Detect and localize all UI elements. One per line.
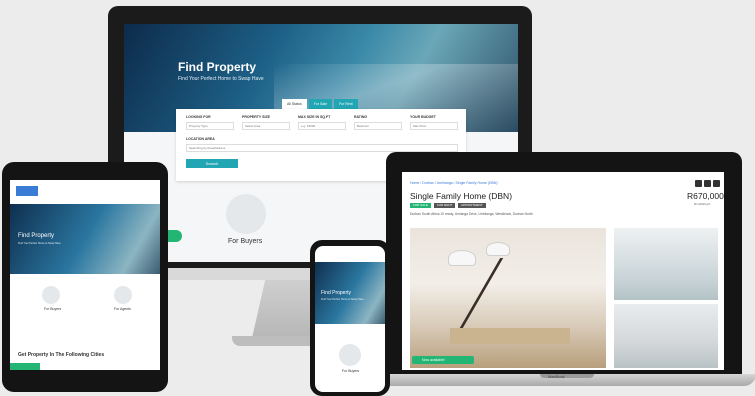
search-tabs: All Status For Sale For Rent [282, 99, 358, 109]
card-caption: For Agents [114, 307, 131, 311]
area-select[interactable]: Select Area [242, 122, 290, 130]
laptop-screen: Home / Durban / Umhlanga / Single Family… [402, 172, 724, 370]
bedroom-select[interactable]: Bedroom [354, 122, 402, 130]
heart-icon[interactable] [704, 180, 711, 187]
property-photo-thumbnail[interactable] [614, 228, 718, 300]
tablet-screen: Find Property Find Your Perfect Home to … [10, 180, 160, 370]
availability-button[interactable]: Now available! [412, 356, 474, 364]
property-address: Durban South Africa 10 ready, Umlanga Dr… [410, 212, 533, 216]
buyers-label: For Buyers [228, 238, 263, 245]
cities-heading: Get Property In The Following Cities [18, 352, 105, 358]
search-button[interactable]: Search [186, 159, 238, 168]
logo [16, 186, 38, 196]
print-icon[interactable] [713, 180, 720, 187]
field-label: YOUR BUDGET [410, 115, 436, 119]
property-type-select[interactable]: Property Type [186, 122, 234, 130]
dining-table [450, 328, 570, 344]
location-input[interactable]: Searching by Area/Address [186, 144, 458, 152]
buyer-illustration [42, 286, 60, 304]
property-photo-thumbnail[interactable] [614, 304, 718, 368]
status-badge: FOR RENT [434, 203, 456, 208]
field-label: LOOKING FOR [186, 115, 211, 119]
property-title: Single Family Home (DBN) [410, 191, 513, 201]
hero-subtitle: Find Your Perfect Home to Swap Have [178, 76, 264, 82]
share-icon[interactable] [695, 180, 702, 187]
staircase [459, 258, 594, 328]
card-caption: For Buyers [342, 369, 360, 373]
hero-title: Find Property [178, 60, 257, 74]
hero-title: Find Property [321, 290, 352, 296]
laptop-brand: MacBook [548, 374, 565, 379]
buyer-illustration [339, 344, 361, 366]
hero-subtitle: Find Your Perfect Home to Swap Have [18, 242, 61, 245]
hero-subtitle: Find Your Perfect Home to Swap Have [321, 298, 364, 301]
status-badge: FOR SALE [410, 203, 431, 208]
pendant-lamp [486, 242, 510, 256]
field-label: LOCATION AREA [186, 137, 215, 141]
tab-for-sale[interactable]: For Sale [308, 99, 333, 109]
field-label: PROPERTY SIZE [242, 115, 270, 119]
tab-for-rent[interactable]: For Rent [334, 99, 358, 109]
phone-screen: Find Property Find Your Perfect Home to … [315, 246, 385, 392]
agent-illustration [114, 286, 132, 304]
status-badge: APPOINTMENT [458, 203, 486, 208]
field-label: MAX SIZE IN SQ.FT [298, 115, 331, 119]
size-input[interactable]: e.g. 15000 [298, 122, 346, 130]
max-price-select[interactable]: Max Price [410, 122, 458, 130]
buyer-illustration [226, 194, 266, 234]
property-price: R670,000 [687, 191, 724, 201]
tab-all-status[interactable]: All Status [282, 99, 307, 109]
price-per-sqft: R1,000/sq.ft [694, 202, 711, 206]
pendant-lamp [448, 250, 476, 266]
hero-banner [10, 204, 160, 274]
card-caption: For Buyers [44, 307, 62, 311]
hero-title: Find Property [18, 233, 55, 239]
chat-button[interactable] [10, 363, 40, 370]
breadcrumb[interactable]: Home / Durban / Umhlanga / Single Family… [410, 181, 498, 185]
main-property-photo[interactable] [410, 228, 606, 368]
field-label: RATING [354, 115, 368, 119]
